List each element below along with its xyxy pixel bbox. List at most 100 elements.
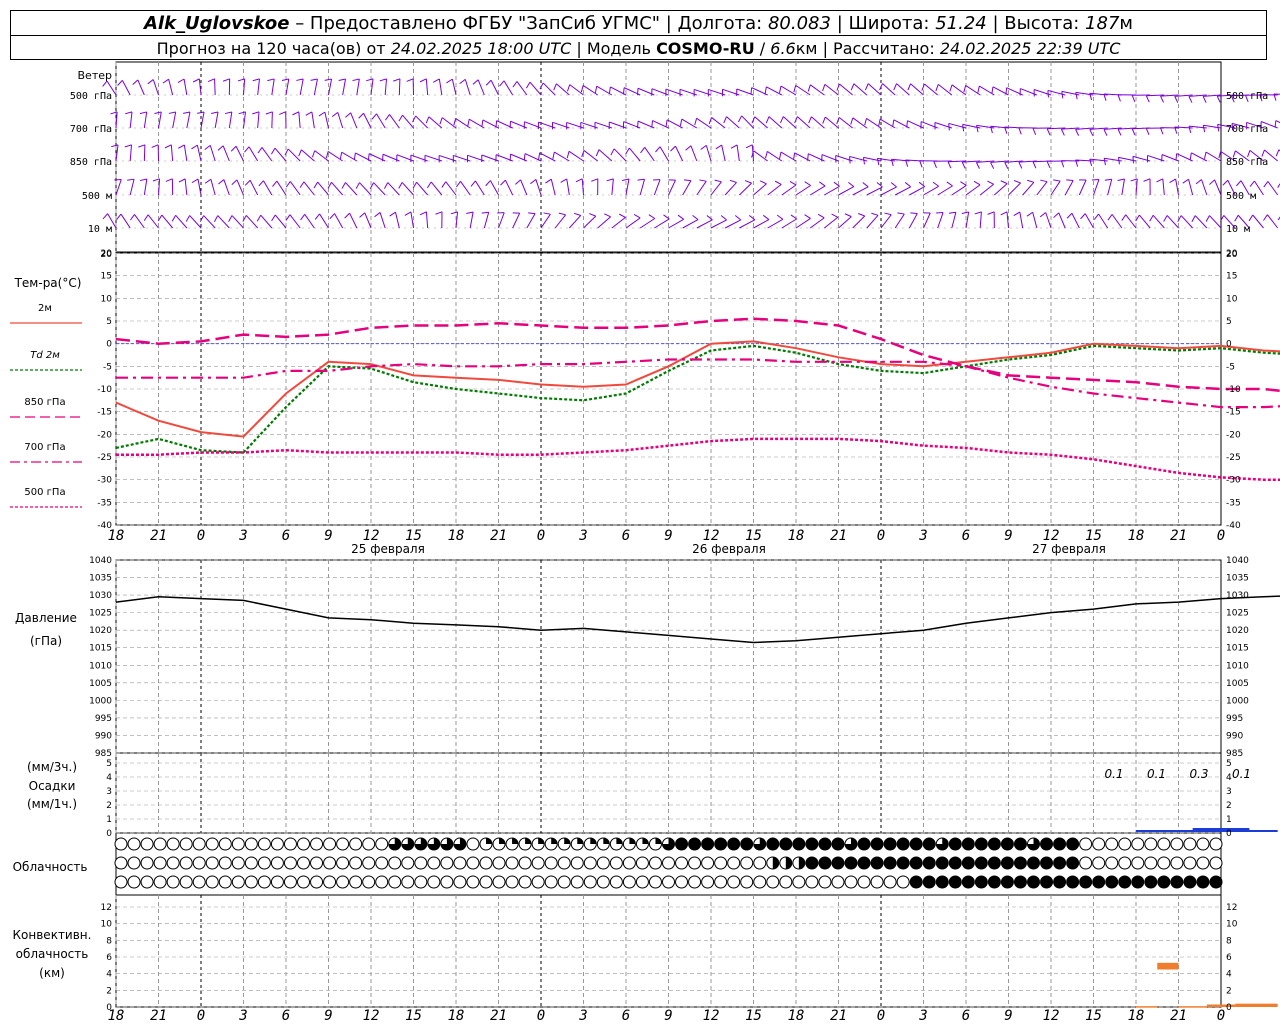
- wind-barb: [402, 114, 414, 129]
- wind-barb-flag: [1149, 215, 1154, 222]
- wind-barb-flag: [804, 214, 811, 219]
- wind-barb: [866, 214, 879, 229]
- wind-barb: [910, 83, 924, 96]
- wind-barb: [810, 84, 825, 96]
- cloud-marker: [244, 837, 258, 851]
- cloud-marker: [1118, 837, 1132, 851]
- time-tick-label: 3: [578, 528, 587, 544]
- wind-barb-flag: [329, 213, 335, 220]
- cloud-fill: [1053, 838, 1066, 850]
- cloud-marker: [375, 837, 389, 851]
- cloud-marker: [401, 856, 415, 870]
- wind-barb-flag: [1104, 178, 1112, 181]
- temp-tick-label: -40: [97, 521, 112, 531]
- time-tick-label: 3: [918, 528, 927, 544]
- wind-barb: [782, 116, 797, 129]
- wind-barb: [172, 111, 177, 129]
- wind-barb-flag: [1261, 149, 1265, 157]
- wind-barb-flag: [314, 213, 320, 220]
- cloud-fill: [1144, 876, 1157, 888]
- cloud-marker: [1131, 856, 1145, 870]
- cloud-fill: [949, 857, 962, 869]
- cloud-fill: [910, 876, 923, 888]
- cloud-marker: [310, 856, 324, 870]
- time-tick-label: 3: [918, 1008, 927, 1024]
- cloud-marker: [231, 875, 245, 889]
- wind-barb-flag: [485, 180, 491, 187]
- wind-barb-flag: [1143, 178, 1151, 182]
- cloud-marker: [714, 856, 728, 870]
- wind-barb: [852, 186, 869, 196]
- cloud-fill: [988, 838, 1001, 850]
- wind-barb-flag: [355, 182, 360, 189]
- cloud-fill: [871, 838, 884, 850]
- wind-barb-flag: [284, 148, 289, 156]
- wind-barb: [129, 111, 133, 129]
- wind-barb: [566, 178, 570, 196]
- wind-barb: [867, 83, 882, 96]
- precip-amount-label: 0.1: [1232, 767, 1251, 781]
- wind-barb: [210, 179, 216, 196]
- time-tick-label: 6: [962, 528, 970, 544]
- wind-barb-flag: [1117, 157, 1120, 165]
- wind-barb-flag: [222, 78, 230, 82]
- cloud-marker: [740, 856, 754, 870]
- wind-barb: [170, 144, 174, 162]
- wind-barb-flag: [759, 180, 767, 185]
- cloud-marker: [453, 856, 467, 870]
- precip-amount-label: 0.1: [1147, 767, 1166, 781]
- wind-barb-flag: [594, 86, 598, 94]
- wind-level-label: 850 гПа: [1226, 157, 1268, 168]
- precip-tick-label: 0: [106, 829, 112, 839]
- pressure-line: [115, 595, 1280, 644]
- wind-barb: [675, 145, 684, 162]
- wind-barb-flag: [1013, 180, 1021, 184]
- wind-barb-flag: [1117, 94, 1121, 102]
- cloud-fill: [740, 838, 753, 850]
- wind-barb: [696, 180, 707, 196]
- time-tick-label: 12: [363, 1008, 380, 1024]
- wind-barb-flag: [1117, 178, 1125, 182]
- wind-barb: [736, 144, 740, 162]
- cloud-marker: [701, 875, 715, 889]
- wind-barb: [186, 111, 191, 129]
- wind-level-label: 10 м: [88, 224, 112, 235]
- wind-barb-flag: [1130, 178, 1138, 182]
- wind-barb-flag: [762, 214, 770, 220]
- cloud-marker: [140, 837, 154, 851]
- wind-barb-flag: [850, 117, 854, 125]
- wind-barb: [838, 216, 852, 229]
- panel-frame: [115, 752, 1222, 834]
- time-tick-label: 9: [324, 1008, 332, 1024]
- cloud-fill: [1001, 876, 1014, 888]
- precip-tick-label: 1: [1226, 815, 1232, 825]
- cloud-marker: [805, 875, 819, 889]
- wind-barb: [965, 184, 981, 196]
- wind-barb: [196, 145, 202, 162]
- wind-barb-flag: [435, 211, 443, 215]
- wind-barb: [337, 112, 344, 129]
- wind-barb: [797, 116, 811, 129]
- wind-barb: [781, 184, 797, 196]
- cloud-marker: [349, 837, 363, 851]
- wind-barb-flag: [207, 78, 215, 83]
- cloud-fill: [655, 838, 662, 844]
- cloud-marker: [297, 875, 310, 889]
- cloud-marker: [401, 875, 415, 889]
- wind-barb: [222, 145, 230, 162]
- time-tick-label: 6: [282, 528, 290, 544]
- wind-barb-flag: [580, 85, 584, 93]
- wind-barb: [979, 211, 982, 229]
- wind-barb-flag: [285, 181, 291, 188]
- temp-tick-label: -10: [97, 385, 112, 395]
- cloud-panel: [114, 837, 1223, 889]
- cloud-fill: [1014, 876, 1027, 888]
- cloud-marker: [1196, 856, 1210, 870]
- cloud-fill: [1040, 857, 1053, 869]
- wind-barb-flag: [197, 111, 205, 114]
- wind-barb-flag: [299, 181, 305, 188]
- wind-barb-flag: [310, 78, 318, 81]
- cloud-fill: [525, 838, 532, 844]
- wind-barb-flag: [1156, 178, 1164, 183]
- cloud-marker: [166, 837, 180, 851]
